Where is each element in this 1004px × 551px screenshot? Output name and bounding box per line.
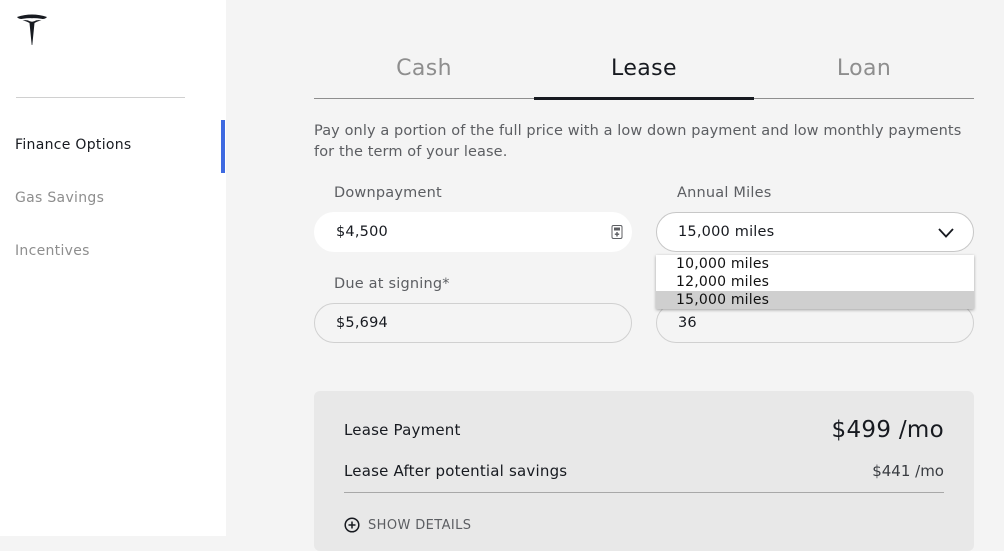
sidebar: Finance Options Gas Savings Incentives — [0, 0, 226, 536]
sidebar-item-incentives[interactable]: Incentives — [15, 243, 90, 259]
active-tab-underline — [534, 97, 754, 100]
annual-miles-option-selected[interactable]: 15,000 miles — [656, 291, 974, 309]
lease-summary-panel: Lease Payment $499 /mo Lease After poten… — [314, 391, 974, 551]
sidebar-item-gas-savings[interactable]: Gas Savings — [15, 190, 104, 206]
sidebar-divider — [16, 97, 185, 98]
downpayment-value: $4,500 — [336, 224, 388, 240]
sidebar-active-indicator — [221, 120, 225, 173]
sidebar-item-finance-options[interactable]: Finance Options — [15, 137, 132, 153]
after-savings-label: Lease After potential savings — [344, 462, 568, 480]
lease-payment-value: $499 /mo — [831, 417, 944, 443]
due-at-signing-value: $5,694 — [336, 315, 388, 331]
show-details-label: SHOW DETAILS — [368, 517, 472, 533]
plus-circle-icon — [344, 517, 360, 533]
tesla-logo-icon[interactable] — [14, 12, 50, 48]
due-at-signing-label: Due at signing* — [334, 276, 450, 292]
annual-miles-option[interactable]: 12,000 miles — [656, 273, 974, 291]
lease-term-field[interactable]: 36 — [656, 303, 974, 343]
lease-description: Pay only a portion of the full price wit… — [314, 123, 962, 160]
lease-term-value: 36 — [678, 315, 697, 331]
chevron-down-icon — [938, 228, 954, 238]
tab-loan[interactable]: Loan — [754, 40, 974, 99]
tab-cash[interactable]: Cash — [314, 40, 534, 99]
calculator-icon[interactable] — [611, 225, 623, 239]
after-savings-value: $441 /mo — [872, 462, 944, 480]
annual-miles-dropdown: 10,000 miles 12,000 miles 15,000 miles — [656, 255, 974, 309]
summary-divider — [344, 492, 944, 493]
annual-miles-value: 15,000 miles — [678, 224, 775, 240]
tab-lease[interactable]: Lease — [534, 40, 754, 99]
lease-payment-label: Lease Payment — [344, 421, 461, 439]
annual-miles-select[interactable]: 15,000 miles — [656, 212, 974, 252]
due-at-signing-field: $5,694 — [314, 303, 632, 343]
finance-tabs: Cash Lease Loan — [314, 40, 974, 100]
show-details-button[interactable]: SHOW DETAILS — [344, 517, 471, 533]
downpayment-label: Downpayment — [334, 185, 442, 201]
annual-miles-label: Annual Miles — [677, 185, 772, 201]
annual-miles-option[interactable]: 10,000 miles — [656, 255, 974, 273]
downpayment-input[interactable]: $4,500 — [314, 212, 632, 252]
